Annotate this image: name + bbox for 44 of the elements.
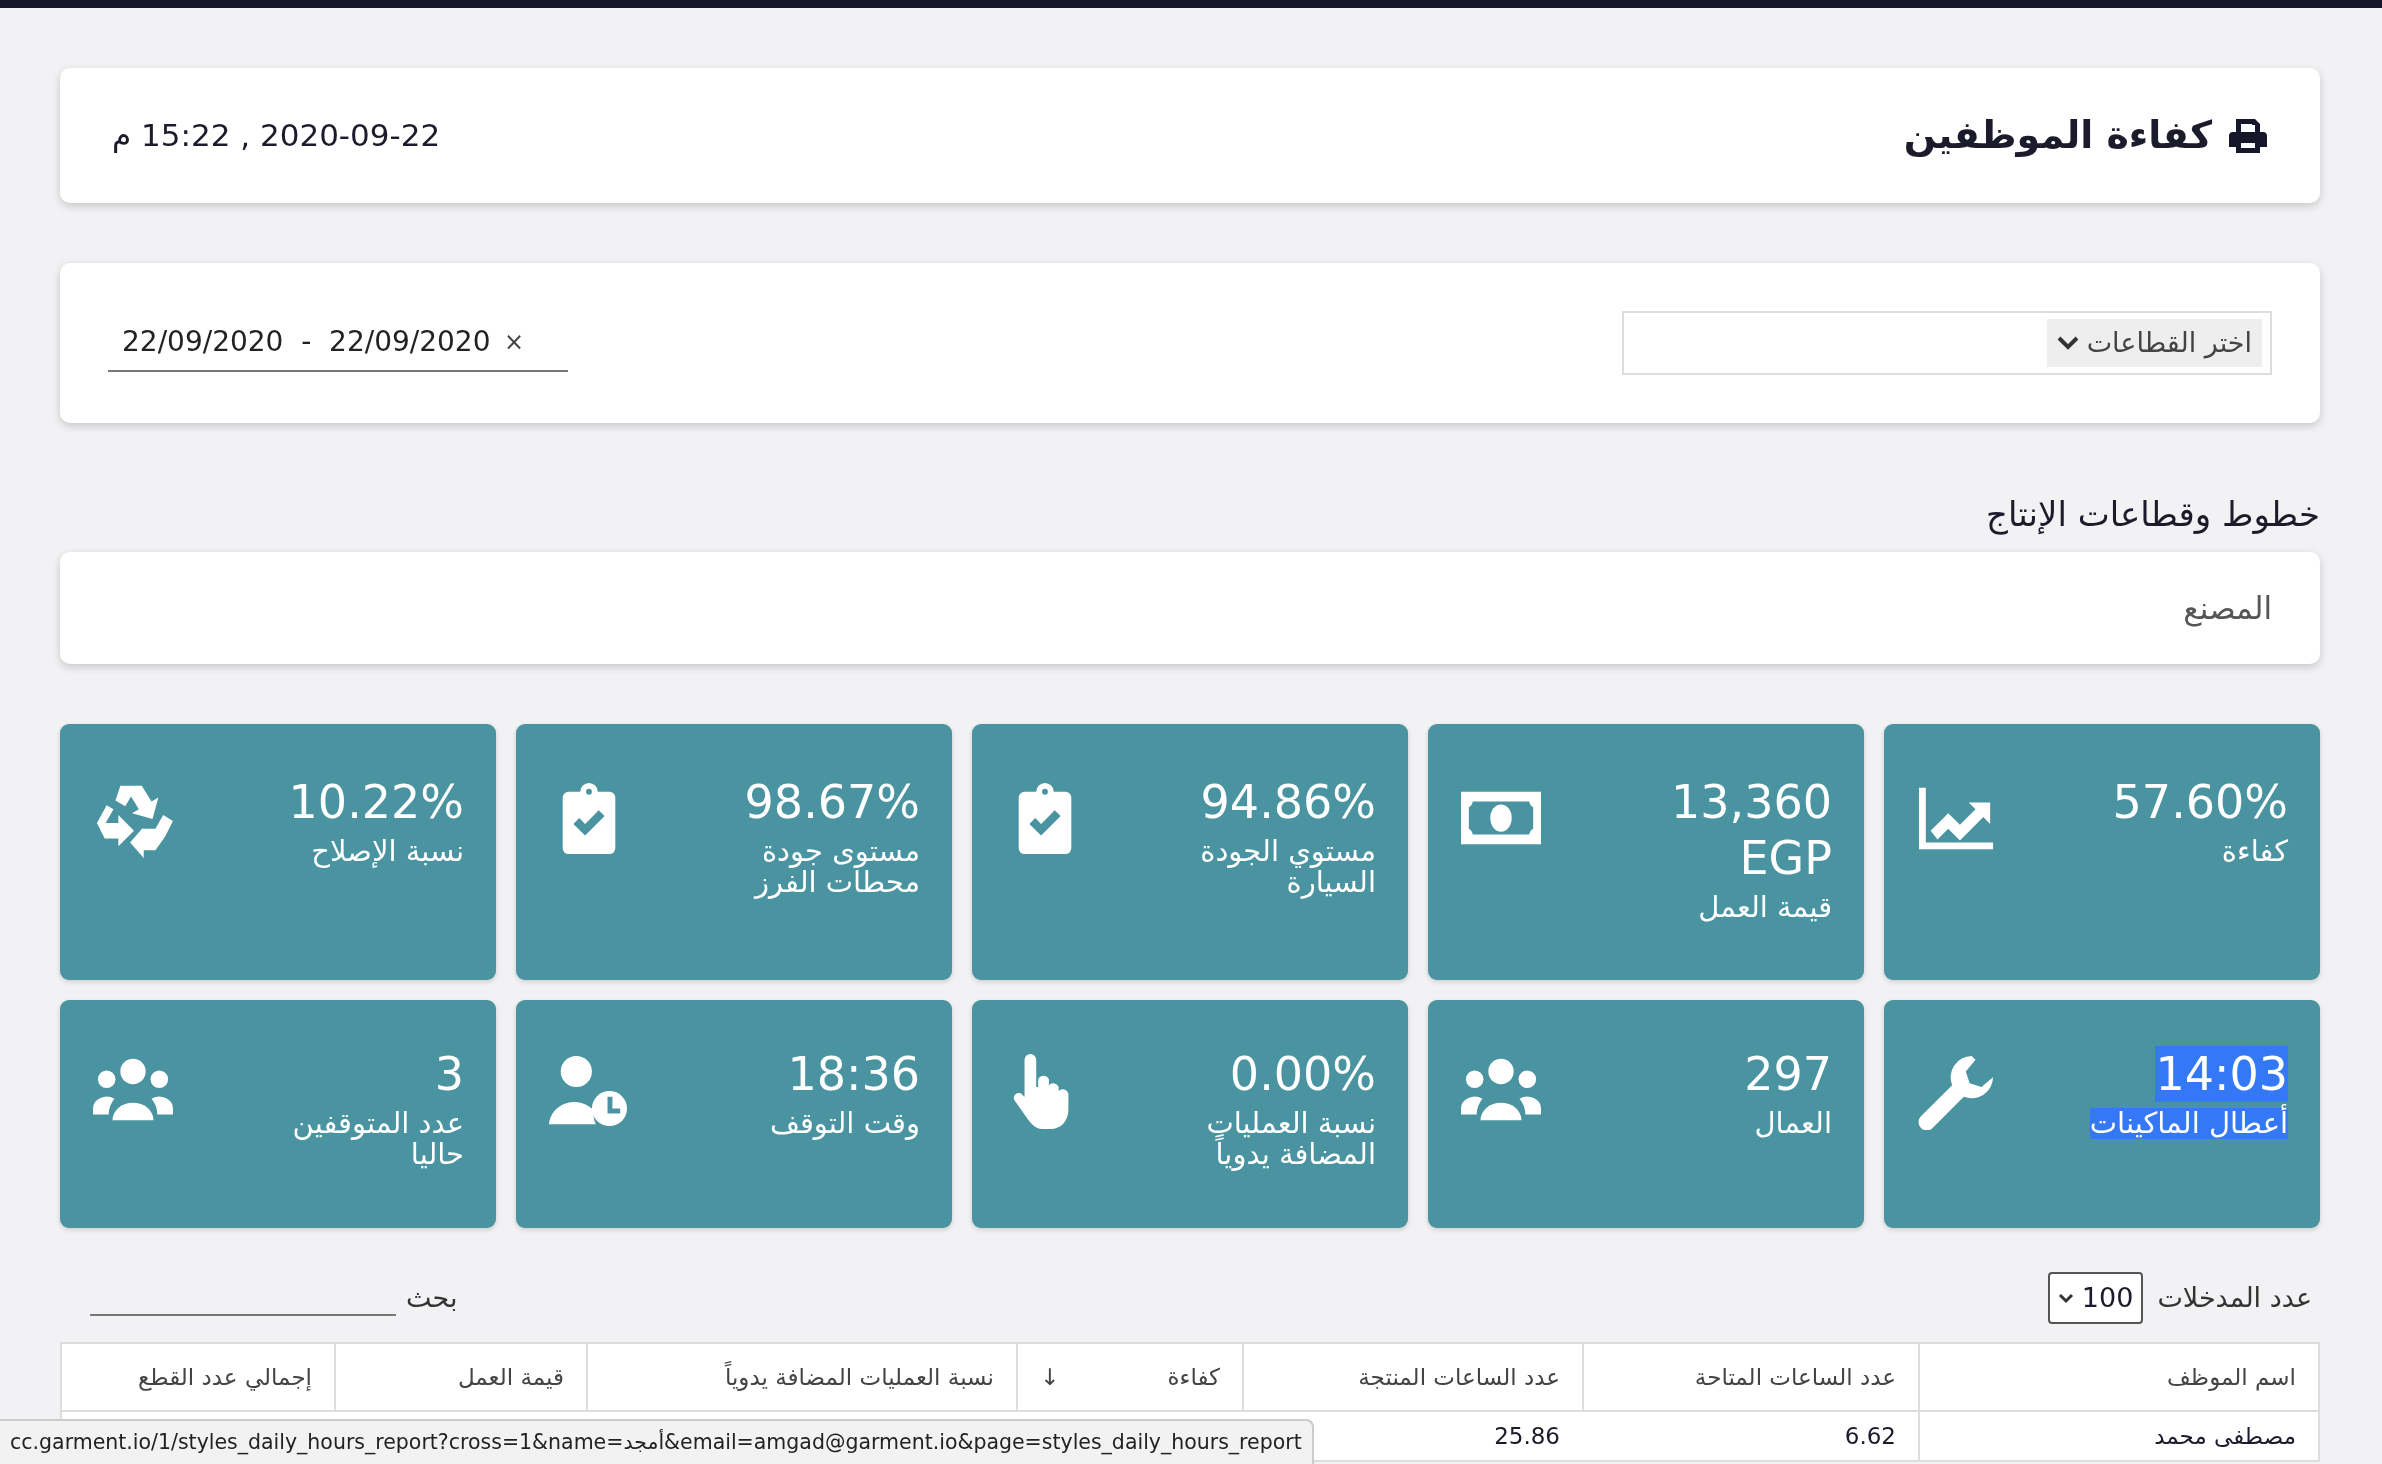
status-bar-url: cc.garment.io/1/styles_daily_hours_report?cross=1&name=أمجد&email=amgad@garment.io&page=styles_daily_hours_report — [0, 1419, 1314, 1464]
stat-value: 297 — [1744, 1046, 1832, 1103]
column-header[interactable]: إجمالي عدد القطع — [62, 1344, 334, 1410]
stat-label: وقت التوقف — [769, 1108, 920, 1139]
stat-value: 3 — [434, 1046, 464, 1103]
stat-label: نسبة العمليات المضافة يدوياً — [1205, 1108, 1376, 1169]
clear-button[interactable]: × — [500, 324, 529, 360]
stat-value: 98.67% — [744, 774, 920, 831]
stat-label: نسبة الإصلاح — [311, 836, 464, 867]
stat-label: قيمة العمل — [1698, 892, 1832, 923]
stat-label: مستوى جودة محطات الفرز — [752, 836, 920, 897]
column-header[interactable]: اسم الموظف — [1918, 1344, 2318, 1410]
stat-label: مستوي الجودة السيارة — [1199, 836, 1376, 897]
column-header[interactable]: قيمة العمل — [334, 1344, 586, 1410]
stat-label: العمال — [1754, 1108, 1832, 1139]
sector-select-tag: اختر القطاعات — [2046, 318, 2262, 368]
stat-value: 0.00% — [1229, 1046, 1376, 1103]
column-header[interactable]: نسبة العمليات المضافة يدوياً — [586, 1344, 1016, 1410]
column-header[interactable]: كفاءة ↓ — [1016, 1344, 1242, 1410]
factory-label: المصنع — [2183, 588, 2272, 629]
factory-card[interactable]: المصنع — [60, 552, 2320, 664]
stat-value: 94.86% — [1200, 774, 1376, 831]
entries-label: عدد المدخلات — [2157, 1280, 2312, 1315]
stat-label: كفاءة — [2221, 836, 2288, 867]
stat-label: عدد المتوقفين حاليا — [291, 1108, 464, 1169]
search-label: بحث — [406, 1280, 458, 1315]
chevron-down-icon — [2056, 336, 2079, 350]
entries-select[interactable]: 100 — [2047, 1271, 2144, 1325]
column-header[interactable]: عدد الساعات المنتجة — [1242, 1344, 1582, 1410]
stat-value: 57.60% — [2112, 774, 2288, 831]
stat-value: 13,360 EGP — [1670, 774, 1832, 887]
column-header[interactable]: عدد الساعات المتاحة — [1582, 1344, 1918, 1410]
stat-value: 10.22% — [288, 774, 464, 831]
sectors-select[interactable]: اختر القطاعات — [1622, 311, 2272, 375]
stat-value: 18:36 — [787, 1046, 920, 1103]
page-title: كفاءة الموظفين — [1903, 112, 2212, 159]
section-title: خطوط وقطاعات الإنتاج — [1985, 493, 2320, 537]
table-cell: 6.62 — [1582, 1410, 1918, 1460]
table-cell: مصطفى محمد — [1918, 1410, 2318, 1460]
chevron-down-icon — [2057, 1292, 2074, 1304]
stat-value: 14:03 — [2155, 1046, 2288, 1103]
date-range-field[interactable]: 22/09/2020 - 22/09/2020 — [120, 320, 500, 364]
date-time: 2020-09-22 , 15:22 م — [112, 116, 441, 156]
sort-arrow-icon: ↓ — [1040, 1359, 1060, 1395]
